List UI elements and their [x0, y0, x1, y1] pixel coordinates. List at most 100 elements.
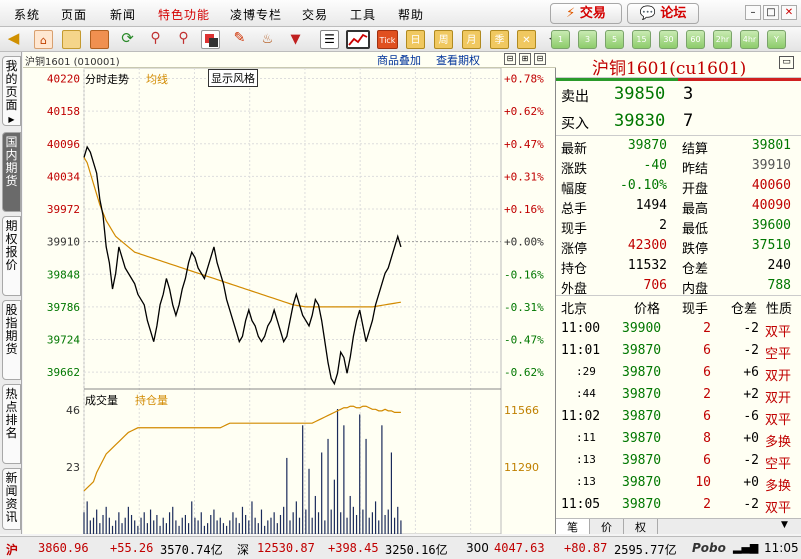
- stat-value: -0.10%: [620, 178, 667, 193]
- sz-index[interactable]: 12530.87: [257, 541, 315, 555]
- average-line: [83, 157, 402, 308]
- menu-page[interactable]: 页面: [61, 6, 87, 23]
- trade-button[interactable]: ⚡ 交易: [550, 3, 622, 24]
- panel-toggle-icon[interactable]: ▭: [779, 56, 794, 69]
- tick-row[interactable]: :29 39870 6 +6 双开: [556, 362, 801, 384]
- day-button[interactable]: 日: [406, 30, 425, 49]
- quarter-button[interactable]: 季: [490, 30, 509, 49]
- tab-weight[interactable]: 权: [624, 519, 658, 534]
- menu-help[interactable]: 帮助: [398, 6, 424, 23]
- scroll-down-icon[interactable]: ▼: [781, 520, 788, 530]
- toolbar: ◀ ⌂ ⟳ ⚲ ⚲ ✎ ♨ ▼ ☰ Tick 日 周 月 季 ✕ ◀ 1 3 5…: [0, 27, 801, 52]
- tick-row[interactable]: :13 39870 10 +0 多换: [556, 472, 801, 494]
- view-option-link[interactable]: 查看期权: [436, 52, 480, 68]
- tick-button[interactable]: Tick: [377, 30, 398, 49]
- tab-option-quotes[interactable]: 期权报价: [2, 216, 21, 296]
- period-1min[interactable]: 1: [551, 30, 570, 49]
- home-icon[interactable]: ⌂: [34, 30, 53, 49]
- period-30min[interactable]: 30: [659, 30, 678, 49]
- tick-row[interactable]: :11 39870 8 +0 多换: [556, 428, 801, 450]
- filter-icon[interactable]: ▼: [286, 30, 305, 49]
- tick-bottom-tabs: 笔 价 权 ▼: [556, 518, 801, 534]
- signal-icon: ▂▄▆: [733, 541, 759, 554]
- period-15min[interactable]: 15: [632, 30, 651, 49]
- hs300-index[interactable]: 4047.63: [494, 541, 545, 555]
- tick-qty: 10: [695, 475, 711, 490]
- tab-my-page[interactable]: 我的页面 ▶: [2, 56, 21, 126]
- collapse-right-icon[interactable]: ⊟: [534, 53, 546, 65]
- tab-index-futures[interactable]: 股指期货: [2, 300, 21, 380]
- menu-column[interactable]: 凌博专栏: [230, 6, 282, 23]
- menu-system[interactable]: 系统: [14, 6, 40, 23]
- period-5min[interactable]: 5: [605, 30, 624, 49]
- percent-tick-label: +0.78%: [504, 73, 544, 86]
- zoom-in-icon[interactable]: ⚲: [146, 30, 165, 49]
- tick-qty: 6: [703, 453, 711, 468]
- forum-button[interactable]: 💬 论坛: [627, 3, 699, 24]
- pencil-icon[interactable]: ✎: [230, 30, 249, 49]
- order-book: 卖出 39850 3 买入 39830 7: [556, 82, 801, 136]
- tick-row[interactable]: 11:02 39870 6 -6 双平: [556, 406, 801, 428]
- trend-chart-icon[interactable]: [346, 30, 370, 49]
- tab-domestic-futures[interactable]: 国内期货: [2, 132, 21, 212]
- tick-type: 双平: [765, 501, 792, 516]
- back-arrow-icon[interactable]: ◀: [4, 30, 23, 49]
- tick-row[interactable]: :44 39870 2 +2 双开: [556, 384, 801, 406]
- collapse-left-icon[interactable]: ⊟: [504, 53, 516, 65]
- price-tick-label: 39910: [47, 236, 80, 249]
- coin-icon[interactable]: [62, 30, 81, 49]
- tick-type: 双平: [765, 325, 792, 340]
- legend-trend: 分时走势: [85, 73, 129, 86]
- percent-tick-label: +0.47%: [504, 138, 544, 151]
- tick-type: 空平: [765, 347, 792, 362]
- tab-by-price[interactable]: 价: [590, 519, 624, 534]
- month-button[interactable]: 月: [462, 30, 481, 49]
- tick-row[interactable]: :13 39870 6 -2 空平: [556, 450, 801, 472]
- period-year[interactable]: Y: [767, 30, 786, 49]
- stat-value: 706: [643, 278, 667, 293]
- tick-row[interactable]: 11:01 39870 6 -2 空平: [556, 340, 801, 362]
- bell-icon[interactable]: ♨: [258, 30, 277, 49]
- expand-icon[interactable]: ⊞: [519, 53, 531, 65]
- period-60min[interactable]: 60: [686, 30, 705, 49]
- tick-oi: +0: [743, 475, 759, 490]
- legend-average: 均线: [146, 73, 168, 86]
- status-bar: 沪 3860.96 +55.26 3570.74亿 深 12530.87 +39…: [0, 536, 801, 559]
- stat-label: 开盘: [682, 182, 709, 197]
- add-product-link[interactable]: 商品叠加: [377, 52, 421, 68]
- period-3min[interactable]: 3: [578, 30, 597, 49]
- minimize-icon[interactable]: –: [745, 5, 761, 20]
- zoom-out-icon[interactable]: ⚲: [174, 30, 193, 49]
- price-tick-label: 39786: [47, 301, 80, 314]
- stat-value: 1494: [635, 198, 667, 213]
- window-icon[interactable]: [201, 30, 220, 49]
- stat-label: 最高: [682, 202, 709, 217]
- tick-row[interactable]: 11:05 39870 2 -2 双平: [556, 494, 801, 516]
- chart-header: 沪铜1601 (010001) 商品叠加 查看期权 ⊟ ⊞ ⊟: [23, 52, 556, 68]
- refresh-icon[interactable]: ⟳: [118, 30, 137, 49]
- close-icon[interactable]: ✕: [781, 5, 797, 20]
- stat-label: 持仓: [561, 262, 588, 277]
- tick-time: :13: [576, 475, 596, 488]
- percent-tick-label: -0.16%: [504, 268, 544, 281]
- percent-tick-label: -0.47%: [504, 334, 544, 347]
- tick-row[interactable]: 11:00 39900 2 -2 双平: [556, 318, 801, 340]
- style-toggle-button[interactable]: 显示风格: [208, 69, 258, 87]
- legend-volume: 成交量: [85, 394, 118, 407]
- sh-index[interactable]: 3860.96: [38, 541, 89, 555]
- tab-news[interactable]: 新闻资讯: [2, 468, 21, 530]
- list-icon[interactable]: ☰: [320, 30, 339, 49]
- crossover-icon[interactable]: ✕: [517, 30, 536, 49]
- chat-icon: 💬: [639, 6, 656, 21]
- menu-trade[interactable]: 交易: [302, 6, 328, 23]
- week-button[interactable]: 周: [434, 30, 453, 49]
- period-2hr[interactable]: 2hr: [713, 30, 732, 49]
- menu-features[interactable]: 特色功能: [158, 6, 210, 23]
- maximize-icon[interactable]: □: [763, 5, 779, 20]
- period-4hr[interactable]: 4hr: [740, 30, 759, 49]
- tab-by-trade[interactable]: 笔: [556, 519, 590, 534]
- tab-hot-ranking[interactable]: 热点排名: [2, 384, 21, 464]
- menu-tools[interactable]: 工具: [350, 6, 376, 23]
- menu-news[interactable]: 新闻: [110, 6, 136, 23]
- calendar-icon[interactable]: [90, 30, 109, 49]
